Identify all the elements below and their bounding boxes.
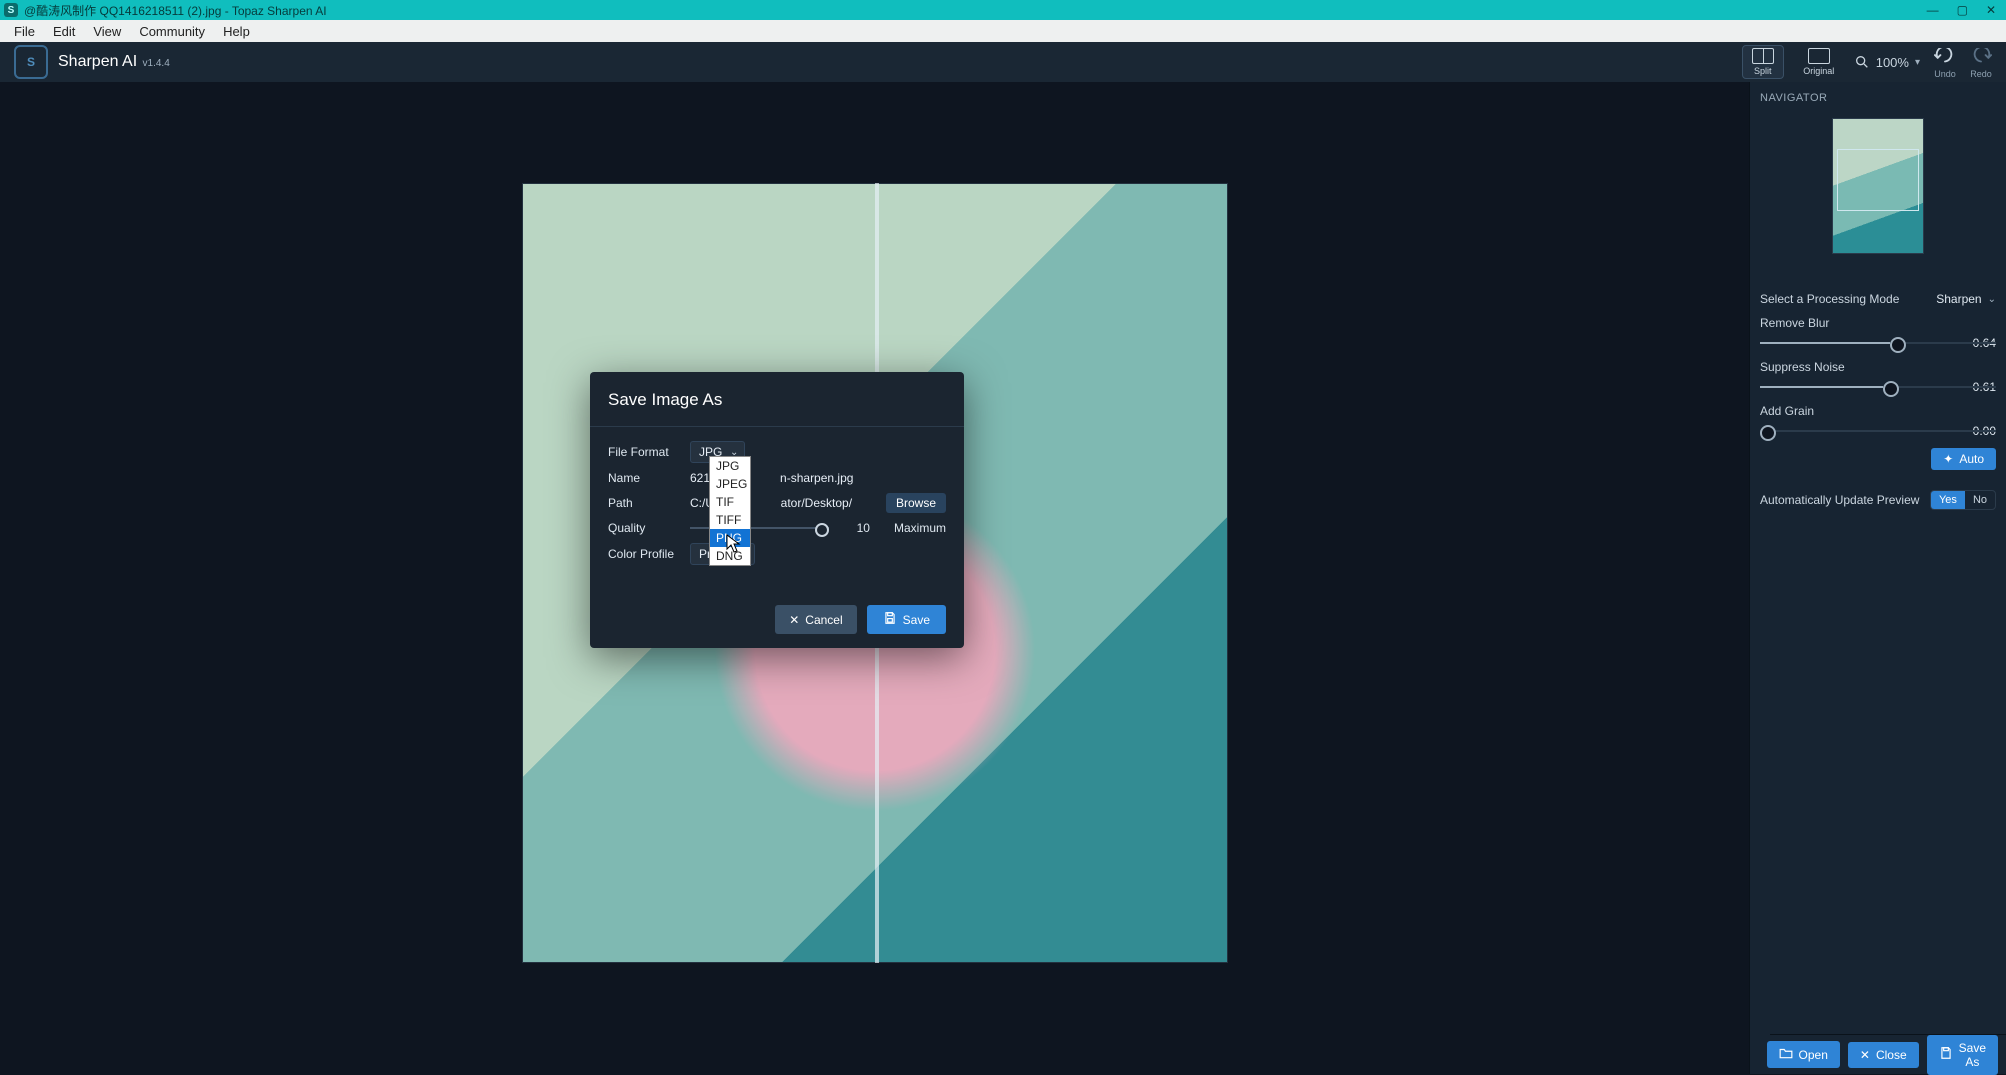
mode-select[interactable]: Sharpen ⌄ — [1936, 292, 1996, 306]
window-close[interactable]: ✕ — [1986, 3, 1996, 17]
modal-overlay: Save Image As File Format JPG ⌄ Name 621… — [0, 82, 1749, 1074]
remove-blur-slider[interactable] — [1760, 334, 1996, 352]
close-label: Close — [1876, 1048, 1907, 1062]
save-dialog: Save Image As File Format JPG ⌄ Name 621… — [590, 372, 964, 648]
app-name: Sharpen AI — [58, 53, 137, 70]
redo-label: Redo — [1970, 69, 1992, 79]
toggle-no[interactable]: No — [1965, 491, 1995, 509]
save-icon — [1939, 1046, 1953, 1063]
close-icon: ✕ — [789, 613, 799, 627]
option-tiff[interactable]: TIFF — [710, 511, 750, 529]
undo-label: Undo — [1934, 69, 1956, 79]
window-minimize[interactable]: — — [1927, 3, 1939, 17]
suppress-noise-slider[interactable] — [1760, 378, 1996, 396]
menu-community[interactable]: Community — [131, 22, 213, 41]
menu-view[interactable]: View — [85, 22, 129, 41]
menu-edit[interactable]: Edit — [45, 22, 83, 41]
add-grain-label: Add Grain — [1760, 404, 1996, 418]
color-profile-label: Color Profile — [608, 547, 680, 561]
redo-button[interactable] — [1970, 45, 1992, 67]
bottom-action-bar: Open ✕ Close Save As — [1770, 1034, 2006, 1074]
app-icon: S — [4, 3, 18, 17]
quality-label: Quality — [608, 521, 680, 535]
path-label: Path — [608, 496, 680, 510]
logo-icon: S — [14, 45, 48, 79]
navigator-viewport[interactable] — [1837, 149, 1919, 211]
undo-button[interactable] — [1934, 45, 1956, 67]
menubar: File Edit View Community Help — [0, 20, 2006, 42]
chevron-down-icon: ⌄ — [1988, 294, 1996, 305]
quality-number: 10 — [857, 521, 870, 535]
zoom-value[interactable]: 100% — [1876, 55, 1909, 70]
app-header: S Sharpen AI v1.4.4 Split Original 100% … — [0, 42, 2006, 83]
suppress-noise-label: Suppress Noise — [1760, 360, 1996, 374]
canvas-area[interactable]: Save Image As File Format JPG ⌄ Name 621… — [0, 82, 1749, 1074]
auto-preview-label: Automatically Update Preview — [1760, 493, 1919, 507]
navigator-title: NAVIGATOR — [1760, 92, 1996, 104]
view-split-label: Split — [1754, 66, 1772, 76]
option-tif[interactable]: TIF — [710, 493, 750, 511]
window-titlebar[interactable]: S @酷涛风制作 QQ1416218511 (2).jpg - Topaz Sh… — [0, 0, 2006, 20]
save-as-button[interactable]: Save As — [1927, 1035, 1998, 1075]
browse-button[interactable]: Browse — [886, 493, 946, 513]
folder-icon — [1779, 1047, 1793, 1062]
wand-icon: ✦ — [1943, 452, 1953, 466]
open-button[interactable]: Open — [1767, 1041, 1840, 1068]
main: Save Image As File Format JPG ⌄ Name 621… — [0, 82, 2006, 1074]
remove-blur-label: Remove Blur — [1760, 316, 1996, 330]
close-icon: ✕ — [1860, 1048, 1870, 1062]
view-original-label: Original — [1803, 66, 1834, 76]
divider — [590, 426, 964, 427]
side-panel: NAVIGATOR Select a Processing Mode Sharp… — [1749, 82, 2006, 1074]
name-value-right: n-sharpen.jpg — [780, 471, 853, 485]
path-value-right: ator/Desktop/ — [781, 496, 852, 510]
save-icon — [883, 611, 897, 628]
option-jpg[interactable]: JPG — [710, 457, 750, 475]
quality-word: Maximum — [894, 521, 946, 535]
search-icon[interactable] — [1854, 54, 1870, 70]
cursor-icon — [726, 534, 742, 554]
auto-label: Auto — [1959, 452, 1984, 466]
auto-button[interactable]: ✦ Auto — [1931, 448, 1996, 470]
save-as-label: Save As — [1959, 1041, 1986, 1069]
file-format-label: File Format — [608, 445, 680, 459]
view-split-button[interactable]: Split — [1742, 45, 1784, 79]
toggle-yes[interactable]: Yes — [1931, 491, 1965, 509]
window-title: @酷涛风制作 QQ1416218511 (2).jpg - Topaz Shar… — [24, 2, 327, 19]
cancel-button[interactable]: ✕ Cancel — [775, 605, 856, 634]
split-icon — [1752, 48, 1774, 64]
close-button[interactable]: ✕ Close — [1848, 1042, 1919, 1068]
cancel-label: Cancel — [805, 613, 842, 627]
menu-file[interactable]: File — [6, 22, 43, 41]
view-original-button[interactable]: Original — [1798, 45, 1840, 79]
save-label: Save — [903, 613, 930, 627]
original-icon — [1808, 48, 1830, 64]
add-grain-slider[interactable] — [1760, 422, 1996, 440]
mode-value: Sharpen — [1936, 292, 1981, 306]
dialog-title: Save Image As — [608, 390, 946, 410]
auto-preview-toggle[interactable]: Yes No — [1930, 490, 1996, 510]
app-version: v1.4.4 — [143, 58, 170, 69]
mode-label: Select a Processing Mode — [1760, 292, 1899, 306]
menu-help[interactable]: Help — [215, 22, 258, 41]
window-maximize[interactable]: ▢ — [1957, 3, 1968, 17]
navigator-thumbnail[interactable] — [1832, 118, 1924, 254]
save-button[interactable]: Save — [867, 605, 946, 634]
open-label: Open — [1799, 1048, 1828, 1062]
option-jpeg[interactable]: JPEG — [710, 475, 750, 493]
chevron-down-icon[interactable]: ▾ — [1915, 57, 1920, 68]
name-label: Name — [608, 471, 680, 485]
